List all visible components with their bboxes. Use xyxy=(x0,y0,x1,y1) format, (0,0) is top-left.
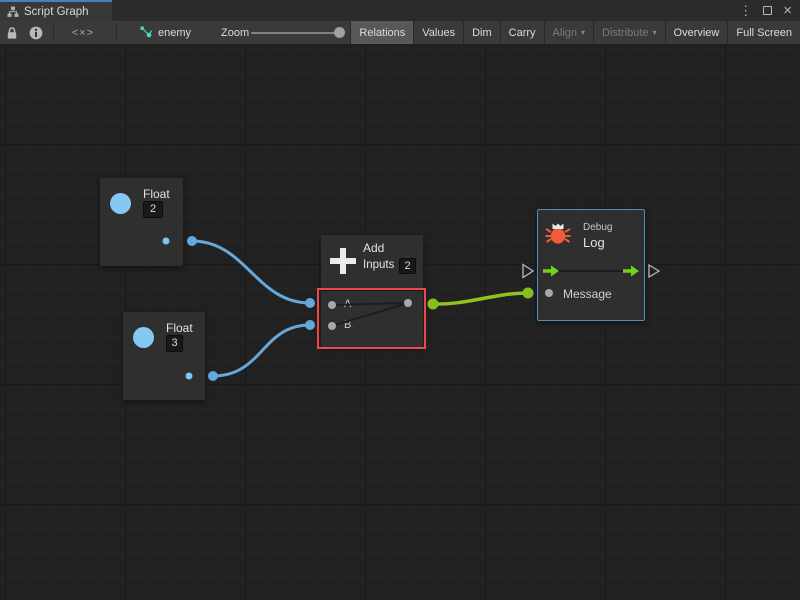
add-node-ports[interactable]: A B xyxy=(321,291,423,347)
add-node-header[interactable]: Add Inputs 2 xyxy=(321,235,423,289)
script-graph-window: Script Graph ⋮ × <×> xyxy=(0,0,800,600)
chevron-down-icon: ▾ xyxy=(653,28,657,37)
lock-icon xyxy=(6,26,18,40)
carry-button[interactable]: Carry xyxy=(500,21,544,44)
wire-endpoint[interactable] xyxy=(523,288,534,299)
wire-add-to-message[interactable] xyxy=(433,293,528,304)
overview-button[interactable]: Overview xyxy=(665,21,728,44)
info-button[interactable] xyxy=(29,21,43,44)
window-controls: ⋮ × xyxy=(739,0,792,21)
code-view-icon: <×> xyxy=(72,27,94,39)
debug-log-node[interactable]: Debug Log Message xyxy=(537,209,645,321)
inputs-label: Inputs xyxy=(363,259,394,271)
float-node-2[interactable]: Float 3 xyxy=(123,312,205,400)
port-b-label: B xyxy=(344,319,351,331)
relations-button[interactable]: Relations xyxy=(350,21,413,44)
float-node-1[interactable]: Float 2 xyxy=(100,178,183,266)
toolbar-separator xyxy=(53,23,54,42)
node-category: Debug xyxy=(583,222,612,233)
maximize-icon[interactable] xyxy=(763,6,772,15)
port-a-label: A xyxy=(344,298,351,310)
tab-label: Script Graph xyxy=(24,6,89,18)
align-dropdown[interactable]: Align ▾ xyxy=(544,21,593,44)
float-literal-icon xyxy=(133,327,154,348)
zoom-label: Zoom xyxy=(221,21,249,44)
lock-button[interactable] xyxy=(6,21,18,44)
plus-icon xyxy=(330,248,356,274)
script-graph-icon xyxy=(7,6,19,18)
inputs-count-input[interactable]: 2 xyxy=(399,258,416,274)
chevron-down-icon: ▾ xyxy=(581,28,585,37)
node-title: Float xyxy=(166,321,193,335)
node-title: Float xyxy=(143,187,170,201)
zoom-slider-handle[interactable] xyxy=(334,27,345,38)
message-port-label: Message xyxy=(563,287,612,301)
info-icon xyxy=(29,26,43,40)
flow-connector-right-icon[interactable] xyxy=(649,265,659,277)
code-view-button[interactable]: <×> xyxy=(68,21,98,44)
toolbar-separator xyxy=(116,23,117,42)
wire-endpoint[interactable] xyxy=(305,298,315,308)
distribute-dropdown[interactable]: Distribute ▾ xyxy=(593,21,664,44)
close-icon[interactable]: × xyxy=(783,3,792,18)
graph-toolbar: <×> enemy Zoom 1x Relations Values Dim xyxy=(0,21,800,45)
float-literal-icon xyxy=(110,193,131,214)
zoom-slider-track[interactable] xyxy=(251,32,341,34)
float-value-input[interactable]: 3 xyxy=(166,335,183,352)
bug-icon xyxy=(545,221,571,245)
flow-connector-left-icon[interactable] xyxy=(523,265,533,278)
flow-graph-icon xyxy=(140,26,153,39)
tab-bar: Script Graph ⋮ × xyxy=(0,0,800,21)
wire-endpoint[interactable] xyxy=(187,236,197,246)
float-value-input[interactable]: 2 xyxy=(143,201,163,218)
graph-canvas[interactable]: Float 2 Float 3 Add Inputs 2 A B xyxy=(0,45,800,600)
wire-float2-to-b[interactable] xyxy=(213,325,310,376)
dim-button[interactable]: Dim xyxy=(463,21,500,44)
values-button[interactable]: Values xyxy=(413,21,463,44)
wire-endpoint[interactable] xyxy=(428,299,439,310)
window-menu-icon[interactable]: ⋮ xyxy=(739,4,752,17)
wire-float1-to-a[interactable] xyxy=(192,241,310,303)
graph-name-label: enemy xyxy=(158,27,191,39)
tab-script-graph[interactable]: Script Graph xyxy=(0,0,112,21)
wire-endpoint[interactable] xyxy=(208,371,218,381)
wire-endpoint[interactable] xyxy=(305,320,315,330)
node-title: Log xyxy=(583,235,605,250)
full-screen-button[interactable]: Full Screen xyxy=(727,21,800,44)
graph-breadcrumb[interactable]: enemy xyxy=(140,21,191,44)
toolbar-button-group: Relations Values Dim Carry Align ▾ Distr… xyxy=(350,21,800,44)
node-title: Add xyxy=(363,241,384,255)
